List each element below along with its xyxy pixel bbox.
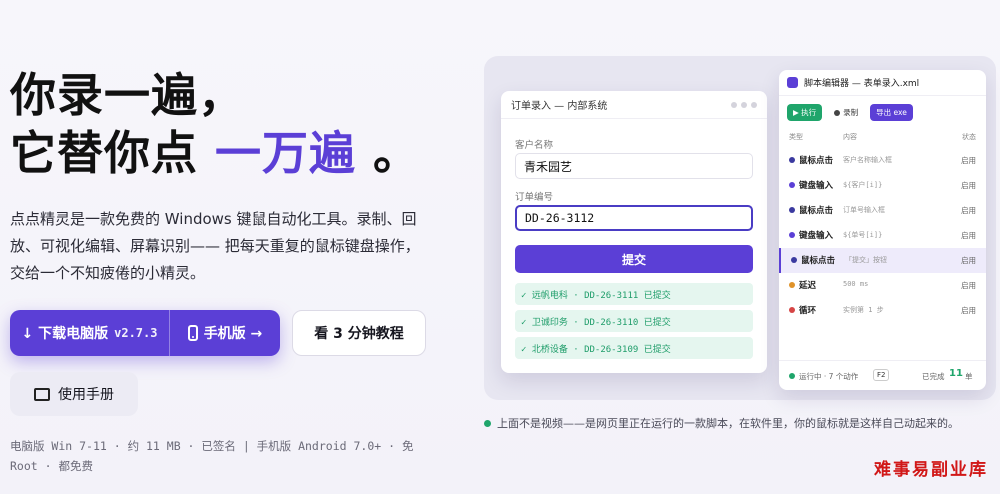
step-detail: ${客户[i]} <box>843 181 883 189</box>
script-editor-window: 脚本编辑器 — 表单录入.xml ▶ 执行 录制 导出 exe 类型 内容 状态… <box>779 70 986 390</box>
script-step-row[interactable]: 键盘输入 ${客户[i]} 启用 <box>779 173 986 198</box>
hero-title-prefix: 它替你点 <box>10 126 198 180</box>
step-state: 启用 <box>961 231 976 240</box>
manual-button[interactable]: 使用手册 <box>10 372 138 416</box>
export-button[interactable]: 导出 exe <box>870 104 913 121</box>
download-desktop-button[interactable]: ↓ 下载电脑版 v2.7.3 <box>10 310 170 356</box>
step-detail: ${单号[i]} <box>843 231 883 239</box>
hero-title-accent: 一万遍 <box>215 126 357 180</box>
step-state: 启用 <box>961 156 976 165</box>
mobile-label: 手机版 → <box>203 326 263 342</box>
running-indicator-icon <box>789 373 795 379</box>
step-type-icon <box>789 282 795 288</box>
step-state: 启用 <box>961 256 976 265</box>
step-type-icon <box>789 307 795 313</box>
hero-description: 点点精灵是一款免费的 Windows 键鼠自动化工具。录制、回放、可视化编辑、屏… <box>10 210 420 282</box>
step-type-icon <box>789 207 795 213</box>
record-icon <box>834 109 841 116</box>
run-button[interactable]: ▶ 执行 <box>787 104 823 121</box>
step-state: 启用 <box>961 281 976 290</box>
step-type-icon <box>789 232 795 238</box>
live-dot-icon <box>484 419 491 427</box>
customer-input[interactable]: 青禾园艺 <box>515 153 753 179</box>
platform-meta: 电脑版 Win 7-11 · 约 11 MB · 已签名 | 手机版 Andro… <box>10 439 414 473</box>
script-step-row[interactable]: 鼠标点击 「提交」按钮 启用 <box>779 248 986 273</box>
step-name: 鼠标点击 <box>799 206 834 216</box>
submit-button[interactable]: 提交 <box>515 245 753 273</box>
submitted-record: ✓ 卫诚印务 · DD-26-3110 已提交 <box>515 310 753 332</box>
window-controls <box>731 101 757 108</box>
window-titlebar: 订单录入 — 内部系统 <box>501 91 767 119</box>
step-state: 启用 <box>961 206 976 215</box>
record-button[interactable]: 录制 <box>828 104 864 121</box>
submitted-record: ✓ 远帆电科 · DD-26-3111 已提交 <box>515 283 753 305</box>
script-step-row[interactable]: 鼠标点击 客户名称输入框 启用 <box>779 148 986 173</box>
download-button-group: ↓ 下载电脑版 v2.7.3 手机版 → <box>10 310 280 356</box>
step-detail: 「提交」按钮 <box>845 256 887 264</box>
done-count: 11 <box>949 368 963 379</box>
window-title: 订单录入 — 内部系统 <box>511 101 608 112</box>
script-step-row[interactable]: 鼠标点击 订单号输入框 启用 <box>779 198 986 223</box>
step-name: 键盘输入 <box>799 181 834 191</box>
step-type-icon <box>789 182 795 188</box>
step-type-icon <box>791 257 797 263</box>
script-step-row[interactable]: 延迟 500 ms 启用 <box>779 273 986 298</box>
col-state: 状态 <box>962 133 976 141</box>
step-name: 鼠标点击 <box>799 156 834 166</box>
step-detail: 500 ms <box>843 280 869 288</box>
submitted-record: ✓ 北桥设备 · DD-26-3109 已提交 <box>515 337 753 359</box>
col-content: 内容 <box>843 133 857 141</box>
hero-title: 你录一遍， 它替你点 一万遍 。 <box>10 66 420 182</box>
tutorial-button[interactable]: 看 3 分钟教程 <box>292 310 426 356</box>
editor-status-bar: 运行中 · 7 个动作 F2 已完成 11 单 <box>779 360 986 390</box>
run-status: 运行中 · 7 个动作 <box>799 372 859 381</box>
done-unit: 单 <box>965 372 973 381</box>
order-number-input[interactable]: DD-26-3112 <box>515 205 753 231</box>
step-name: 延迟 <box>799 281 817 291</box>
done-label: 已完成 <box>922 372 945 381</box>
hero-title-line2: 它替你点 一万遍 。 <box>10 124 420 182</box>
step-detail: 实例第 1 步 <box>843 306 884 314</box>
demo-caption: 上面不是视频——是网页里正在运行的一款脚本，在软件里，你的鼠标就是这样自己动起来… <box>484 415 959 431</box>
step-state: 启用 <box>961 181 976 190</box>
order-number-label: 订单编号 <box>515 192 554 203</box>
script-step-row[interactable]: 键盘输入 ${单号[i]} 启用 <box>779 223 986 248</box>
step-name: 键盘输入 <box>799 231 834 241</box>
download-label: ↓ 下载电脑版 <box>21 326 109 342</box>
customer-label: 客户名称 <box>515 140 554 151</box>
step-type-icon <box>789 157 795 163</box>
hotkey-badge: F2 <box>873 369 890 381</box>
caption-text: 上面不是视频——是网页里正在运行的一款脚本，在软件里，你的鼠标就是这样自己动起来… <box>497 417 959 430</box>
editor-toolbar: ▶ 执行 录制 导出 exe <box>787 104 913 121</box>
editor-titlebar: 脚本编辑器 — 表单录入.xml <box>779 70 986 96</box>
step-name: 鼠标点击 <box>801 256 836 266</box>
version-badge: v2.7.3 <box>114 326 158 340</box>
record-label: 录制 <box>843 108 859 117</box>
watermark: 难事易副业库 <box>874 460 988 480</box>
app-logo-icon <box>787 77 798 88</box>
order-entry-window: 订单录入 — 内部系统 客户名称 青禾园艺 订单编号 DD-26-3112 提交… <box>501 91 767 373</box>
col-type: 类型 <box>789 133 803 141</box>
step-state: 启用 <box>961 306 976 315</box>
step-detail: 客户名称输入框 <box>843 156 892 164</box>
step-detail: 订单号输入框 <box>843 206 885 214</box>
manual-label: 使用手册 <box>58 387 114 403</box>
script-step-row[interactable]: 循环 实例第 1 步 启用 <box>779 298 986 323</box>
hero-title-suffix: 。 <box>373 126 421 180</box>
phone-icon <box>187 325 198 341</box>
step-name: 循环 <box>799 306 817 316</box>
hero-title-line1: 你录一遍， <box>10 68 245 122</box>
editor-title: 脚本编辑器 — 表单录入.xml <box>804 79 920 89</box>
mobile-version-button[interactable]: 手机版 → <box>170 310 280 356</box>
book-icon <box>34 387 50 401</box>
